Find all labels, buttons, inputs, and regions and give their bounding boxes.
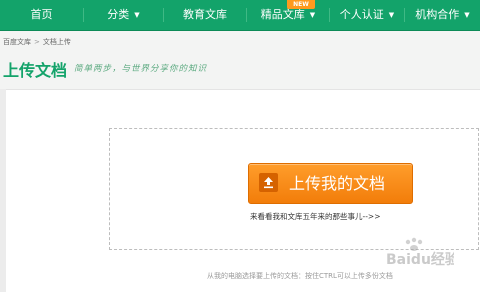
nav-item-education[interactable]: 教育文库 — [164, 0, 246, 30]
caret-down-icon: ▼ — [388, 11, 395, 19]
upload-document-button[interactable]: 上传我的文档 — [248, 163, 413, 204]
upload-button-label: 上传我的文档 — [289, 174, 386, 193]
nav-item-institution[interactable]: 机构合作 ▼ — [405, 0, 480, 30]
nav-item-label: 个人认证 — [339, 8, 384, 21]
nav-item-certification[interactable]: 个人认证 ▼ — [330, 0, 404, 30]
new-badge: NEW — [287, 0, 315, 9]
breadcrumb: 百度文库 > 文档上传 — [3, 37, 71, 47]
nav-item-label: 分类 — [107, 8, 130, 21]
nav-item-label: 首页 — [30, 8, 53, 21]
caret-down-icon: ▼ — [464, 11, 470, 19]
left-side-strip — [0, 89, 6, 292]
nav-item-label: 教育文库 — [183, 8, 227, 21]
baidu-jingyan-watermark: Baidu经验 — [384, 236, 460, 272]
watermark-text: Baidu经验 — [386, 251, 454, 268]
breadcrumb-separator: > — [34, 38, 40, 46]
upload-help-text: 从我的电脑选择要上传的文档：按住CTRL可以上传多份文档 — [207, 272, 393, 280]
upload-arrow-icon — [259, 173, 278, 192]
page-title: 上传文档 — [3, 61, 68, 80]
nav-item-label: 机构合作 — [415, 8, 460, 21]
breadcrumb-current: 文档上传 — [42, 38, 71, 46]
nav-item-label: 精品文库 — [260, 8, 305, 21]
nav-item-home[interactable]: 首页 — [0, 0, 83, 30]
top-nav: 首页 分类 ▼ 教育文库 精品文库 ▼ 个人认证 ▼ 机构合作 ▼ — [0, 0, 480, 31]
caret-down-icon: ▼ — [134, 11, 140, 19]
breadcrumb-home-link[interactable]: 百度文库 — [3, 38, 31, 46]
nav-item-category[interactable]: 分类 ▼ — [84, 0, 163, 30]
history-link[interactable]: 来看看我和文库五年来的那些事儿-->> — [250, 211, 380, 222]
page-slogan: 简单两步，与世界分享你的知识 — [74, 64, 208, 74]
